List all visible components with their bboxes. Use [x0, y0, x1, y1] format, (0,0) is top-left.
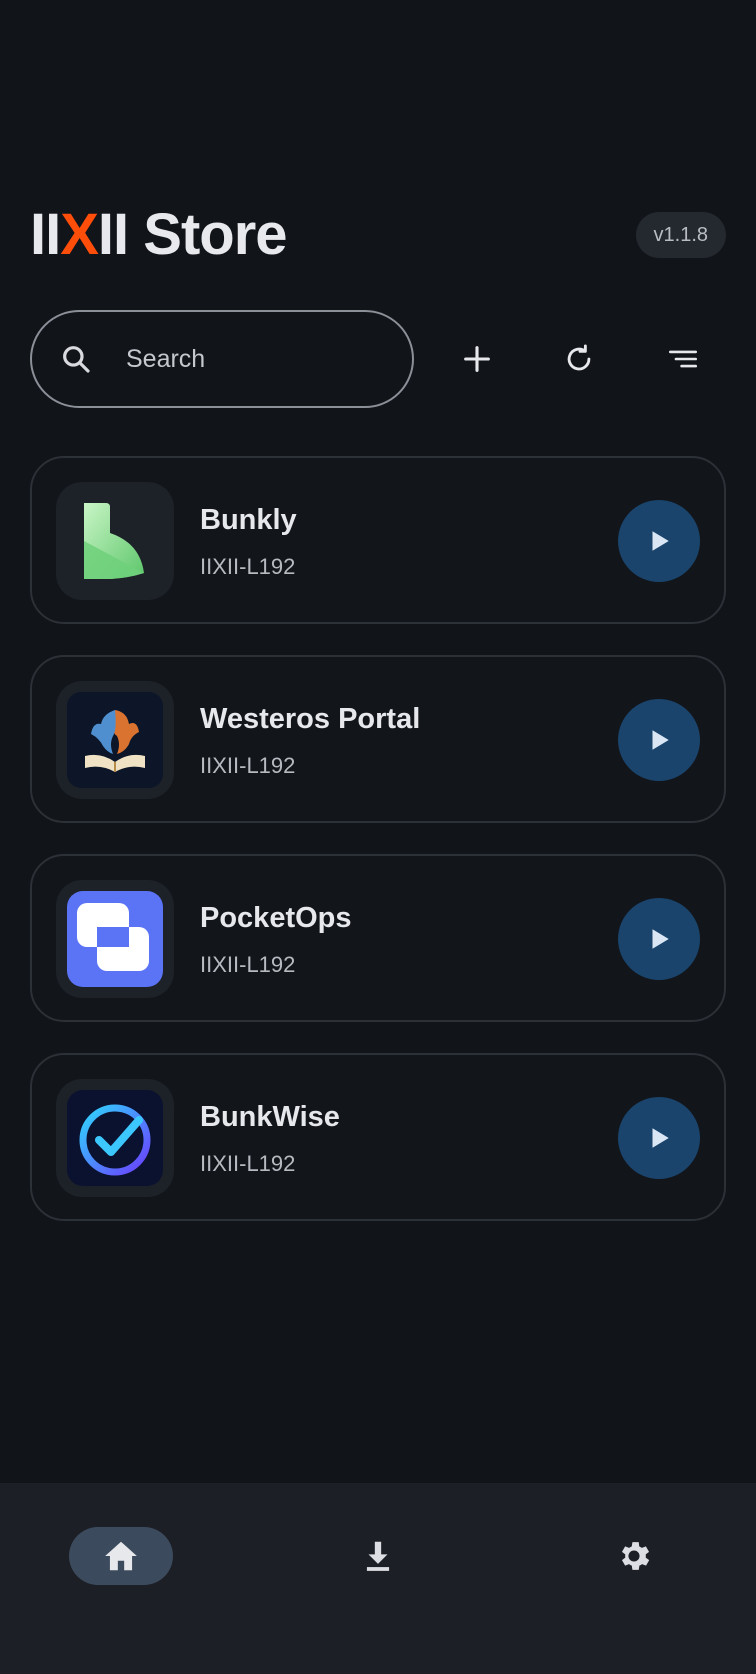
play-icon — [652, 929, 669, 949]
app-id: IIXII-L192 — [200, 554, 296, 579]
plus-icon — [464, 346, 490, 372]
launch-button[interactable] — [618, 500, 700, 582]
nav-home[interactable] — [69, 1527, 173, 1585]
play-icon — [652, 730, 669, 750]
add-button[interactable] — [452, 334, 502, 384]
app-name: Bunkly — [200, 504, 297, 536]
app-list: Bunkly IIXII-L192 Westeros Portal IIXII-… — [30, 456, 726, 1252]
title-rest: II Store — [97, 202, 288, 267]
app-card-westeros-portal[interactable]: Westeros Portal IIXII-L192 — [30, 655, 726, 823]
page-title: IIXII Store — [30, 198, 288, 272]
launch-button[interactable] — [618, 699, 700, 781]
refresh-icon — [567, 344, 591, 371]
title-prefix: II — [30, 202, 61, 267]
search-input[interactable]: Search — [30, 310, 414, 408]
app-icon — [56, 1079, 174, 1197]
header: IIXII Store v1.1.8 — [30, 198, 726, 272]
sort-lines-icon — [668, 350, 698, 368]
home-icon — [105, 1541, 137, 1571]
app-card-bunkwise[interactable]: BunkWise IIXII-L192 — [30, 1053, 726, 1221]
search-icon — [63, 346, 90, 373]
play-icon — [652, 531, 669, 551]
app-id: IIXII-L192 — [200, 1151, 296, 1176]
bottom-nav — [0, 1483, 756, 1674]
app-id: IIXII-L192 — [200, 753, 296, 778]
download-icon — [366, 1541, 390, 1571]
gear-icon — [621, 1542, 650, 1570]
nav-settings[interactable] — [606, 1527, 662, 1585]
launch-button[interactable] — [618, 898, 700, 980]
version-badge: v1.1.8 — [635, 212, 726, 258]
sort-button[interactable] — [658, 334, 708, 384]
app-icon — [56, 681, 174, 799]
app-name: Westeros Portal — [200, 703, 421, 735]
app-name: BunkWise — [200, 1101, 340, 1133]
bunkly-logo-icon — [84, 503, 144, 579]
search-placeholder: Search — [126, 344, 206, 373]
pocketops-squares-icon — [67, 891, 163, 987]
play-icon — [652, 1128, 669, 1148]
launch-button[interactable] — [618, 1097, 700, 1179]
title-accent: X — [60, 202, 99, 267]
app-card-bunkly[interactable]: Bunkly IIXII-L192 — [30, 456, 726, 624]
refresh-button[interactable] — [554, 334, 604, 384]
nav-downloads[interactable] — [350, 1527, 406, 1585]
app-icon — [56, 880, 174, 998]
bunkwise-check-icon — [67, 1090, 163, 1186]
app-id: IIXII-L192 — [200, 952, 296, 977]
app-icon — [56, 482, 174, 600]
app-name: PocketOps — [200, 902, 352, 934]
app-card-pocketops[interactable]: PocketOps IIXII-L192 — [30, 854, 726, 1022]
westeros-dragon-book-icon — [67, 692, 163, 788]
app-screen: IIXII Store v1.1.8 Search Bunkly IIXII-L… — [0, 0, 756, 1674]
